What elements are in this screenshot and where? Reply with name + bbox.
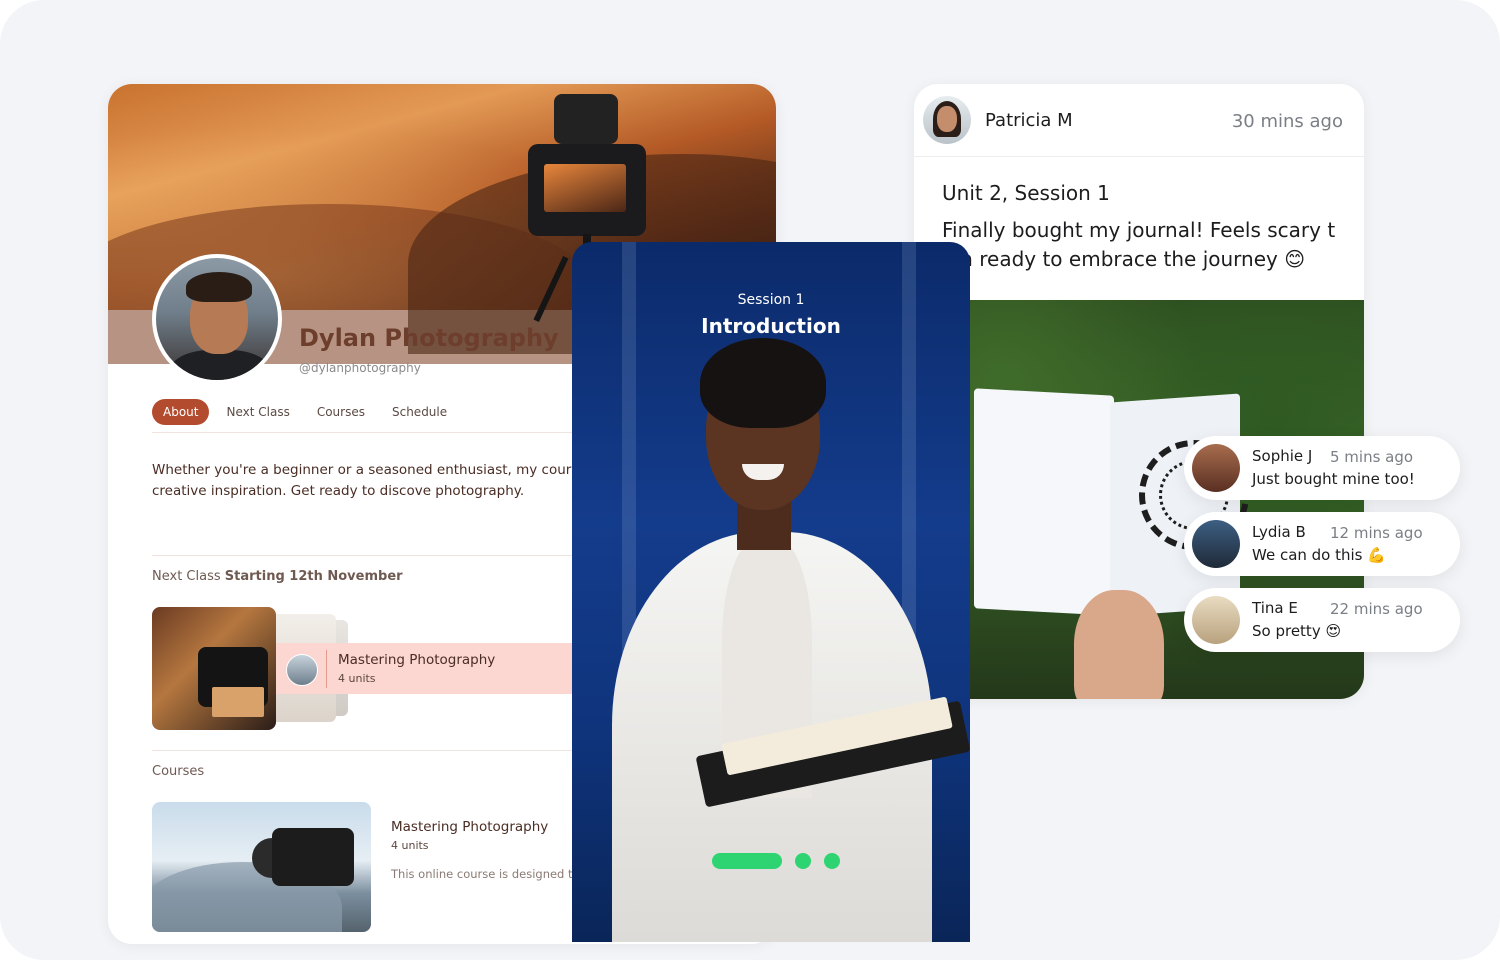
post-body: Finally bought my journal! Feels scary t… <box>942 218 1336 271</box>
course-title[interactable]: Mastering Photography <box>391 819 548 835</box>
next-class-thumbnail[interactable] <box>152 607 276 730</box>
comment-avatar <box>1192 596 1240 644</box>
post-author-avatar[interactable] <box>923 96 971 144</box>
profile-name: Dylan Photography <box>299 324 559 352</box>
tab-schedule[interactable]: Schedule <box>392 405 447 419</box>
comment-text: So pretty 😍 <box>1252 622 1342 640</box>
profile-handle: @dylanphotography <box>299 361 421 375</box>
profile-tabs: About Next Class Courses Schedule <box>152 398 474 426</box>
next-class-heading: Next Class Starting 12th November <box>152 569 403 584</box>
session-title: Introduction <box>701 314 841 338</box>
next-class-prefix: Next Class <box>152 569 221 584</box>
tab-about[interactable]: About <box>152 399 210 425</box>
comment-avatar <box>1192 520 1240 568</box>
post-timestamp: 30 mins ago <box>1231 111 1343 132</box>
next-class-date: Starting 12th November <box>224 569 403 584</box>
comment-author: Lydia B <box>1252 523 1306 541</box>
comment-item[interactable]: Sophie J 5 mins ago Just bought mine too… <box>1184 436 1460 500</box>
comment-time: 22 mins ago <box>1330 600 1423 618</box>
course-thumbnail[interactable] <box>152 802 371 932</box>
tab-next-class[interactable]: Next Class <box>226 405 289 419</box>
camera-icon <box>528 144 646 236</box>
carousel-dot[interactable] <box>795 853 811 869</box>
carousel-dot-active[interactable] <box>712 853 782 869</box>
next-class-title: Mastering Photography <box>338 652 496 668</box>
comment-item[interactable]: Lydia B 12 mins ago We can do this 💪 <box>1184 512 1460 576</box>
comment-time: 5 mins ago <box>1330 448 1414 466</box>
post-author-name[interactable]: Patricia M <box>985 110 1073 131</box>
comment-author: Sophie J <box>1252 447 1313 465</box>
session-number: Session 1 <box>737 292 805 308</box>
next-class-units: 4 units <box>338 672 376 685</box>
courses-heading: Courses <box>152 764 205 779</box>
comment-avatar <box>1192 444 1240 492</box>
comment-time: 12 mins ago <box>1330 524 1423 542</box>
carousel-indicator <box>712 852 853 870</box>
comment-item[interactable]: Tina E 22 mins ago So pretty 😍 <box>1184 588 1460 652</box>
post-header: Patricia M 30 mins ago <box>914 84 1364 157</box>
course-units: 4 units <box>391 839 429 852</box>
comment-text: Just bought mine too! <box>1252 470 1415 488</box>
post-unit-label: Unit 2, Session 1 <box>942 181 1110 205</box>
comment-author: Tina E <box>1252 599 1298 617</box>
carousel-dot[interactable] <box>824 853 840 869</box>
next-class-avatar <box>286 654 318 686</box>
camera-mic-icon <box>554 94 618 144</box>
comment-text: We can do this 💪 <box>1252 546 1386 564</box>
tab-courses[interactable]: Courses <box>317 405 365 419</box>
session-video-card[interactable]: Session 1 Introduction <box>572 242 970 942</box>
profile-avatar[interactable] <box>152 254 282 384</box>
camera-icon <box>272 828 354 886</box>
